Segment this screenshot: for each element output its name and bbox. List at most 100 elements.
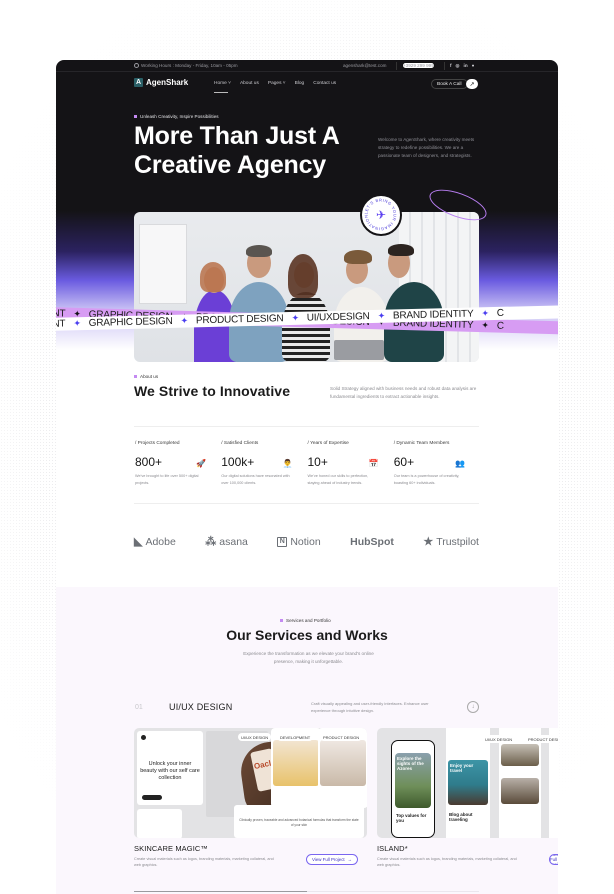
sparkle-icon: ✦	[481, 308, 489, 319]
service-row-uiux[interactable]: 01 UI/UX DESIGN Craft visually appealing…	[134, 699, 479, 719]
phone-link[interactable]: +3929 299 999	[402, 62, 435, 69]
nav-item-about[interactable]: About us	[240, 81, 259, 86]
dribbble-icon[interactable]: ●	[472, 63, 475, 69]
adobe-icon: ◣	[134, 536, 143, 548]
logo[interactable]: A AgenShark	[134, 78, 188, 87]
main-navigation: A AgenShark Home ˅ About us Pages ˅ Blog…	[56, 72, 558, 96]
card-preview-image: Unlock your inner beauty with our self c…	[134, 728, 367, 838]
about-title: We Strive to Innovative	[134, 383, 291, 399]
tag-uiux: UI/UX DESIGN	[238, 733, 272, 741]
logo-name: Notion	[290, 535, 321, 548]
ribbon-item: C	[496, 320, 504, 332]
carousel-progress-fill	[134, 891, 307, 892]
card-title: SKINCARE MAGIC™	[134, 844, 209, 853]
nav-item-pages[interactable]: Pages ˅	[268, 81, 286, 86]
logo-asana: ⁂ asana	[205, 535, 248, 549]
instagram-icon[interactable]: ◎	[456, 63, 460, 69]
arrow-down-icon[interactable]: ↓	[467, 701, 479, 713]
portfolio-card-island[interactable]: Explore the sights of the Azores Top val…	[377, 728, 558, 868]
nav-menu: Home ˅ About us Pages ˅ Blog Contact us	[214, 81, 336, 93]
nav-item-blog[interactable]: Blog	[295, 81, 305, 86]
mock-photo	[501, 744, 539, 766]
stat-projects: / Projects Completed 800+ 🚀 We've brough…	[134, 427, 220, 503]
mock-headline: Unlock your inner beauty with our self c…	[140, 761, 200, 781]
stats-grid: / Projects Completed 800+ 🚀 We've brough…	[134, 426, 479, 504]
stat-label: / Projects Completed	[135, 441, 180, 446]
ribbon-item: C	[496, 307, 504, 319]
logo-name: Trustpilot	[436, 535, 479, 548]
button-label: View Full Project	[550, 854, 558, 865]
arrow-right-icon: →	[347, 857, 353, 862]
card-preview-image: Explore the sights of the Azores Top val…	[377, 728, 558, 838]
person-hair	[200, 262, 226, 292]
whiteboard	[139, 224, 187, 304]
sparkle-icon: ✦	[73, 318, 81, 329]
airplane-icon: ✈	[375, 208, 387, 222]
bullet-icon	[134, 375, 137, 378]
services-eyebrow-text: Services and Portfolio	[286, 618, 331, 623]
card-description: Create visual materials such as logos, b…	[134, 857, 274, 867]
sparkle-icon: ✦	[377, 310, 386, 321]
logo-text: AgenShark	[146, 78, 189, 87]
businessman-icon: 👨‍💼	[282, 459, 293, 468]
mock-landing-panel: Unlock your inner beauty with our self c…	[137, 731, 203, 805]
mock-button	[142, 795, 162, 800]
ribbon-item: ENT	[56, 318, 66, 330]
notion-icon: N	[277, 536, 288, 547]
portfolio-card-skincare[interactable]: Unlock your inner beauty with our self c…	[134, 728, 367, 868]
stat-description: Our digital solutions have resonated wit…	[221, 474, 290, 485]
mock-panel	[137, 809, 182, 838]
service-number: 01	[135, 704, 143, 711]
facebook-icon[interactable]: f	[450, 63, 452, 69]
star-icon: ★	[423, 536, 434, 548]
button-label: View Full Project	[312, 857, 345, 862]
sparkle-icon: ✦	[180, 315, 189, 326]
mock-page-strip	[549, 728, 558, 838]
mock-strip-subheading: Blog about traveling	[449, 812, 473, 822]
divider	[444, 62, 445, 70]
bullet-icon	[280, 619, 283, 622]
view-full-project-button[interactable]: View Full Project →	[306, 854, 359, 865]
view-full-project-button[interactable]: View Full Project	[549, 854, 558, 865]
stat-value: 10+	[307, 455, 328, 469]
working-hours-text: Working Hours : Monday - Friday, 10am - …	[141, 63, 238, 68]
hero-team-photo	[134, 212, 479, 362]
logo-notion: N Notion	[277, 535, 321, 548]
social-links: f ◎ in ●	[450, 63, 474, 69]
logo-trustpilot: ★ Trustpilot	[423, 535, 479, 549]
services-description: Experience the transformation as we elev…	[243, 651, 374, 664]
linkedin-icon[interactable]: in	[464, 63, 468, 69]
mock-product-photo	[320, 740, 366, 786]
nav-item-contact[interactable]: Contact us	[313, 81, 336, 86]
stat-label: / Dynamic Team Members	[393, 441, 450, 446]
team-icon: 👥	[455, 459, 465, 468]
stat-value: 100k+	[221, 455, 255, 469]
tag-product-design: PRODUCT DESIGN	[320, 733, 363, 741]
stat-years: / Years of Expertise 10+ 📅 We've honed o…	[307, 427, 393, 503]
tag-development: DEVELOPMENT	[277, 733, 314, 741]
about-eyebrow: About us	[134, 374, 158, 379]
person-hair	[288, 254, 318, 298]
logo-mark-icon: A	[134, 78, 143, 87]
stat-description: Our team is a powerhouse of creativity, …	[393, 474, 460, 485]
nav-item-home[interactable]: Home ˅	[214, 81, 231, 93]
logo-hubspot: HubSpot	[350, 536, 394, 548]
mock-caption: Clinically proven, traceable and advance…	[239, 818, 359, 827]
bullet-icon	[134, 115, 137, 118]
carousel-progress[interactable]	[134, 891, 479, 892]
mock-caption-panel: Clinically proven, traceable and advance…	[234, 805, 364, 838]
person-hair	[246, 245, 272, 257]
book-a-call-button[interactable]: Book A Call	[431, 79, 468, 89]
hero-title-line2: Creative Agency	[134, 151, 326, 179]
stat-label: / Satisfied Clients	[221, 441, 259, 446]
mock-phone: Explore the sights of the Azores Top val…	[391, 740, 435, 838]
mock-phone-subheading: Top values for you	[396, 813, 427, 823]
stat-team: / Dynamic Team Members 60+ 👥 Our team is…	[393, 427, 479, 503]
website-page: Working Hours : Monday - Friday, 10am - …	[56, 60, 558, 894]
logo-name: HubSpot	[350, 535, 394, 548]
email-link[interactable]: agenshark@test.com	[343, 63, 386, 68]
stat-description: We've brought to life over 500+ digital …	[135, 474, 199, 485]
arrow-up-right-icon[interactable]: ↗	[466, 79, 478, 89]
about-eyebrow-text: About us	[140, 374, 159, 379]
divider	[396, 62, 397, 70]
